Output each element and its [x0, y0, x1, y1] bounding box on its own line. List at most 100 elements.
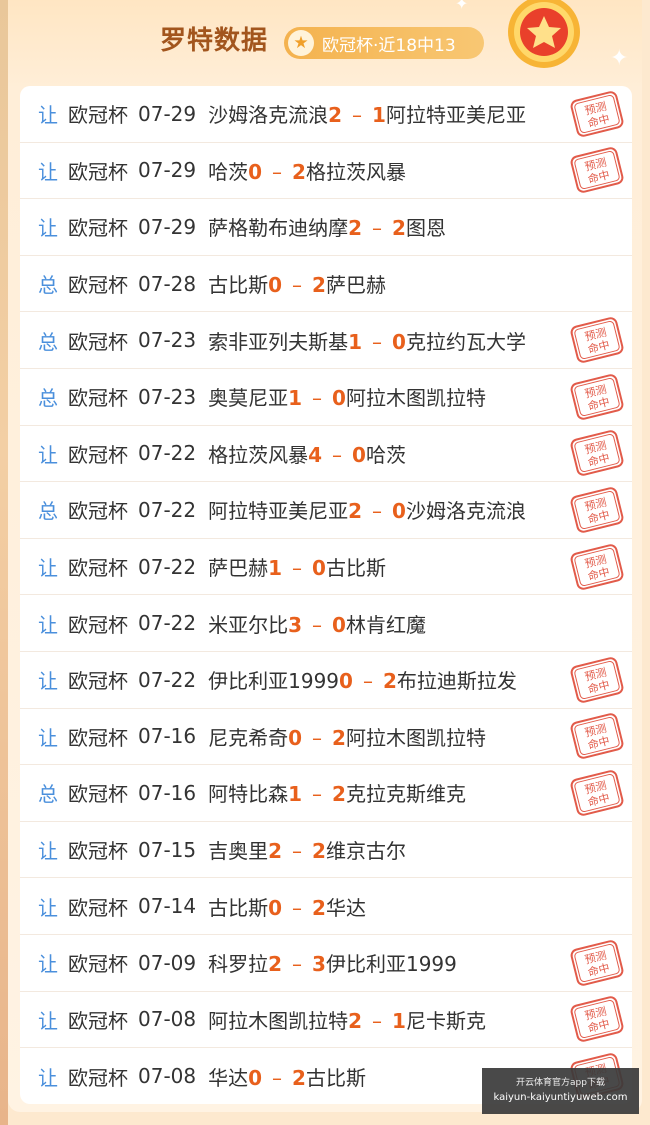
match-date: 07-28	[138, 271, 197, 296]
page-title: 罗特数据	[160, 26, 269, 56]
match-row[interactable]: 让 欧冠杯 07-22 萨巴赫1–0古比斯 预测 命中	[20, 539, 632, 596]
match-date: 07-15	[138, 837, 197, 862]
match-teams: 哈茨0–2格拉茨风暴	[208, 156, 406, 185]
away-score: 1	[372, 103, 386, 128]
match-row[interactable]: 总 欧冠杯 07-22 阿拉特亚美尼亚2–0沙姆洛克流浪 预测 命中	[20, 482, 632, 539]
match-row[interactable]: 让 欧冠杯 07-22 格拉茨风暴4–0哈茨 预测 命中	[20, 426, 632, 483]
score-separator: –	[272, 1065, 283, 1090]
home-score: 0	[268, 273, 283, 298]
match-row[interactable]: 总 欧冠杯 07-23 奥莫尼亚1–0阿拉木图凯拉特 预测 命中	[20, 369, 632, 426]
home-team: 索非亚列夫斯基	[208, 329, 349, 354]
match-row[interactable]: 让 欧冠杯 07-22 米亚尔比3–0林肯红魔	[20, 595, 632, 652]
star-medal-icon	[496, 0, 592, 80]
sparkle-icon: ✦	[610, 46, 629, 71]
prediction-hit-stamp: 预测 命中	[568, 315, 626, 366]
home-score: 2	[268, 839, 283, 864]
match-row[interactable]: 让 欧冠杯 07-14 古比斯0–2华达	[20, 878, 632, 935]
match-date: 07-29	[138, 101, 197, 126]
match-row[interactable]: 总 欧冠杯 07-23 索非亚列夫斯基1–0克拉约瓦大学 预测 命中	[20, 312, 632, 369]
match-teams: 奥莫尼亚1–0阿拉木图凯拉特	[208, 382, 486, 411]
competition-label: 欧冠杯	[68, 216, 128, 241]
prediction-hit-stamp: 预测 命中	[568, 484, 626, 535]
away-score: 1	[392, 1008, 406, 1033]
panel-header: 罗特数据 ★ 欧冠杯·近18中13 ✦ ✦	[0, 0, 650, 86]
match-row[interactable]: 让 欧冠杯 07-29 沙姆洛克流浪2–1阿拉特亚美尼亚 预测 命中	[20, 86, 632, 143]
away-team: 哈茨	[365, 442, 406, 467]
score-separator: –	[372, 499, 383, 524]
match-row[interactable]: 让 欧冠杯 07-16 尼克希奇0–2阿拉木图凯拉特 预测 命中	[20, 709, 632, 766]
competition-label: 欧冠杯	[68, 782, 128, 807]
score-separator: –	[332, 442, 343, 467]
match-row[interactable]: 让 欧冠杯 07-09 科罗拉2–3伊比利亚1999 预测 命中	[20, 935, 632, 992]
sparkle-icon: ✦	[455, 0, 469, 13]
match-teams: 科罗拉2–3伊比利亚1999	[208, 948, 457, 977]
home-score: 2	[348, 499, 363, 524]
home-team: 吉奥里	[208, 839, 269, 864]
home-team: 阿特比森	[208, 782, 289, 807]
away-team: 古比斯	[305, 1065, 366, 1090]
match-row[interactable]: 让 欧冠杯 07-08 阿拉木图凯拉特2–1尼卡斯克 预测 命中	[20, 992, 632, 1049]
score-separator: –	[272, 159, 283, 184]
competition-label: 欧冠杯	[68, 895, 128, 920]
home-score: 0	[248, 1065, 263, 1090]
match-teams: 米亚尔比3–0林肯红魔	[208, 609, 426, 638]
bet-type-label: 让	[38, 442, 58, 467]
away-score: 3	[312, 952, 326, 977]
away-team: 阿拉木图凯拉特	[345, 386, 486, 411]
away-score: 2	[292, 1065, 306, 1090]
away-score: 0	[332, 612, 346, 637]
competition-label: 欧冠杯	[68, 725, 128, 750]
competition-label: 欧冠杯	[68, 1065, 128, 1090]
match-row[interactable]: 让 欧冠杯 07-15 吉奥里2–2维京古尔	[20, 822, 632, 879]
bet-type-label: 总	[38, 273, 58, 298]
away-team: 图恩	[405, 216, 446, 241]
home-team: 尼克希奇	[208, 725, 289, 750]
match-row[interactable]: 总 欧冠杯 07-16 阿特比森1–2克拉克斯维克 预测 命中	[20, 765, 632, 822]
record-badge-text: 欧冠杯·近18中13	[322, 35, 456, 56]
match-row[interactable]: 让 欧冠杯 07-29 萨格勒布迪纳摩2–2图恩	[20, 199, 632, 256]
home-team: 萨格勒布迪纳摩	[208, 216, 349, 241]
match-date: 07-22	[138, 554, 197, 579]
match-row[interactable]: 总 欧冠杯 07-28 古比斯0–2萨巴赫	[20, 256, 632, 313]
bet-type-label: 让	[38, 1065, 58, 1090]
score-separator: –	[312, 725, 323, 750]
match-date: 07-22	[138, 667, 197, 692]
match-row[interactable]: 让 欧冠杯 07-22 伊比利亚19990–2布拉迪斯拉发 预测 命中	[20, 652, 632, 709]
away-score: 2	[332, 782, 346, 807]
match-date: 07-09	[138, 950, 197, 975]
home-team: 阿拉木图凯拉特	[208, 1008, 349, 1033]
match-date: 07-08	[138, 1007, 197, 1032]
away-score: 2	[292, 159, 306, 184]
match-date: 07-22	[138, 611, 197, 636]
away-score: 0	[352, 442, 366, 467]
competition-label: 欧冠杯	[68, 273, 128, 298]
bet-type-label: 让	[38, 725, 58, 750]
bet-type-label: 让	[38, 839, 58, 864]
match-teams: 古比斯0–2华达	[208, 892, 366, 921]
score-separator: –	[372, 329, 383, 354]
score-separator: –	[292, 839, 303, 864]
bet-type-label: 让	[38, 556, 58, 581]
home-team: 格拉茨风暴	[208, 442, 309, 467]
home-score: 2	[328, 103, 343, 128]
competition-label: 欧冠杯	[68, 839, 128, 864]
score-separator: –	[372, 1008, 383, 1033]
bet-type-label: 让	[38, 159, 58, 184]
away-score: 2	[312, 273, 326, 298]
score-separator: –	[312, 782, 323, 807]
away-team: 格拉茨风暴	[305, 159, 406, 184]
match-row[interactable]: 让 欧冠杯 07-29 哈茨0–2格拉茨风暴 预测 命中	[20, 143, 632, 200]
match-teams: 阿拉特亚美尼亚2–0沙姆洛克流浪	[208, 495, 526, 524]
match-date: 07-29	[138, 158, 197, 183]
home-team: 萨巴赫	[208, 556, 269, 581]
home-team: 科罗拉	[208, 952, 269, 977]
home-score: 0	[288, 725, 303, 750]
prediction-hit-stamp: 预测 命中	[568, 88, 626, 139]
competition-label: 欧冠杯	[68, 442, 128, 467]
competition-label: 欧冠杯	[68, 159, 128, 184]
away-score: 0	[392, 329, 406, 354]
bet-type-label: 让	[38, 669, 58, 694]
competition-label: 欧冠杯	[68, 952, 128, 977]
competition-label: 欧冠杯	[68, 669, 128, 694]
prediction-hit-stamp: 预测 命中	[568, 145, 626, 196]
